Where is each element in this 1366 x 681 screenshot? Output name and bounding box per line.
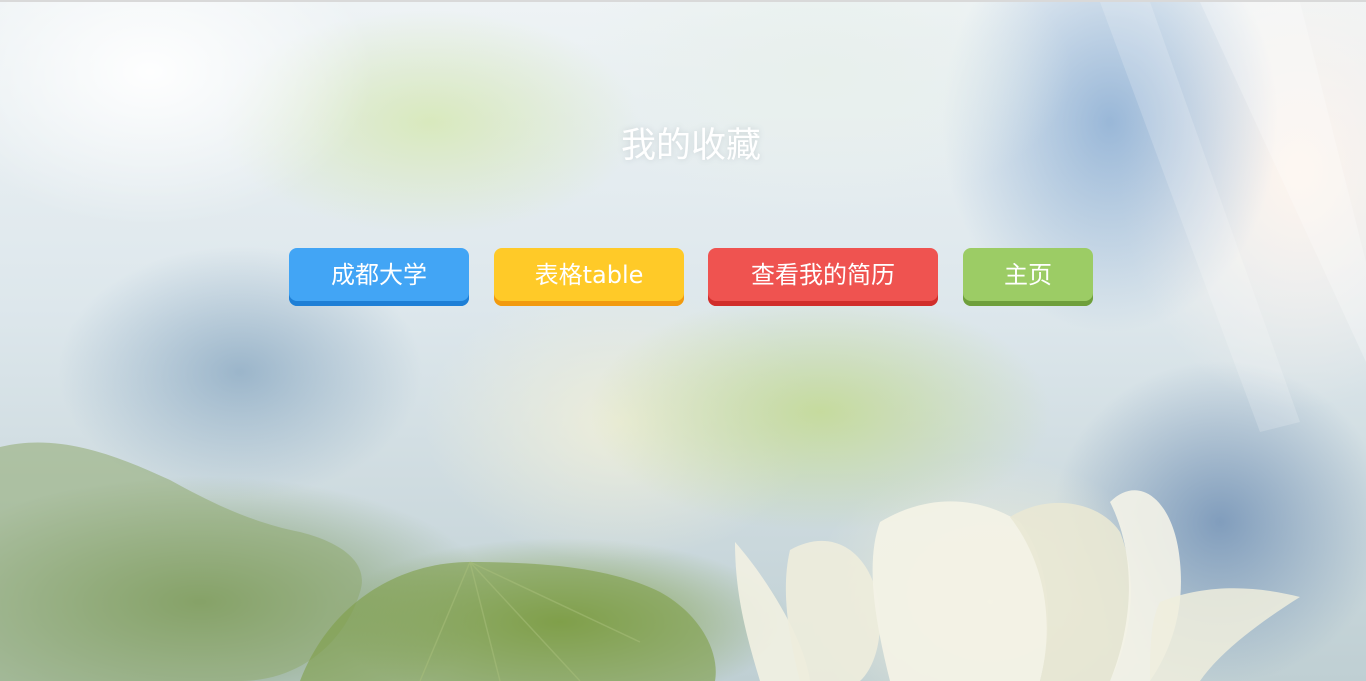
lotus-background-image [0,2,1366,681]
lotus-scene-illustration [0,2,1366,681]
page-title: 我的收藏 [620,126,761,166]
home-button[interactable]: 主页 [963,248,1093,306]
chengdu-university-button[interactable]: 成都大学 [289,248,469,306]
table-button[interactable]: 表格table [494,248,684,306]
view-resume-button[interactable]: 查看我的简历 [708,248,938,306]
